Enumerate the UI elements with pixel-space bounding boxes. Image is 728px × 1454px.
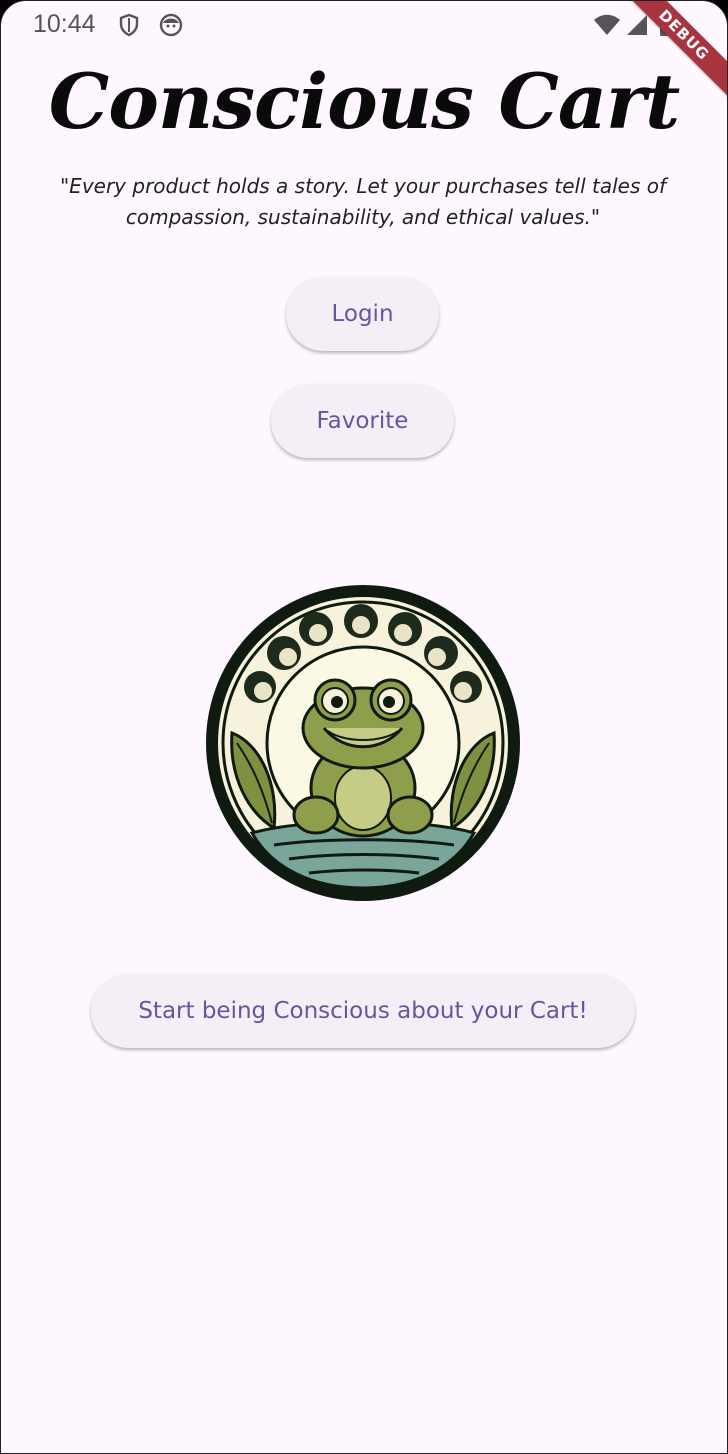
wifi-icon (593, 13, 621, 37)
signal-icon (625, 13, 649, 37)
shield-icon (117, 13, 141, 37)
face-icon (159, 13, 183, 37)
favorite-button[interactable]: Favorite (271, 384, 454, 458)
status-bar: 10:44 (1, 1, 727, 51)
start-button[interactable]: Start being Conscious about your Cart! (91, 974, 635, 1048)
tagline: "Every product holds a story. Let your p… (59, 174, 666, 229)
app-title: Conscious Cart (48, 57, 680, 146)
login-button[interactable]: Login (286, 277, 439, 351)
app-screen: 10:44 DEBUG Conscious Cart "Every produc… (0, 0, 728, 1454)
status-time: 10:44 (33, 10, 96, 38)
frog-logo (204, 583, 522, 903)
